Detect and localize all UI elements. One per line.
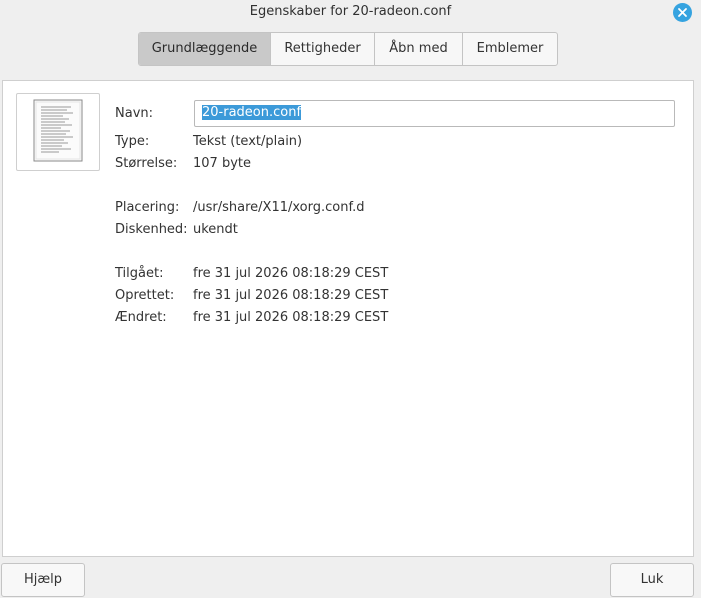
modified-value: fre 31 jul 2026 08:18:29 CEST (193, 310, 389, 325)
size-value: 107 byte (193, 156, 251, 171)
file-icon-button[interactable] (16, 93, 100, 171)
name-field[interactable]: 20-radeon.conf (194, 100, 675, 127)
created-row: Oprettet: fre 31 jul 2026 08:18:29 CEST (115, 288, 388, 303)
basic-tab-panel: Navn: 20-radeon.conf Type: Tekst (text/pl… (2, 80, 694, 557)
location-label: Placering: (115, 200, 180, 215)
modified-label: Ændret: (115, 310, 167, 325)
location-row: Placering: /usr/share/X11/xorg.conf.d (115, 200, 364, 215)
tab-basic[interactable]: Grundlæggende (139, 33, 271, 65)
name-label: Navn: (115, 106, 154, 121)
modified-row: Ændret: fre 31 jul 2026 08:18:29 CEST (115, 310, 388, 325)
accessed-row: Tilgået: fre 31 jul 2026 08:18:29 CEST (115, 266, 388, 281)
type-row: Type: Tekst (text/plain) (115, 134, 302, 149)
location-value: /usr/share/X11/xorg.conf.d (193, 200, 365, 215)
properties-dialog: Egenskaber for 20-radeon.conf Grundlægge… (0, 0, 701, 598)
help-button[interactable]: Hjælp (1, 563, 85, 597)
name-row: Navn: (115, 106, 193, 121)
volume-label: Diskenhed: (115, 222, 188, 237)
type-label: Type: (115, 134, 150, 149)
window-title: Egenskaber for 20-radeon.conf (249, 4, 452, 19)
name-field-value: 20-radeon.conf (202, 105, 302, 120)
close-icon (678, 8, 687, 17)
size-label: Størrelse: (115, 156, 178, 171)
close-window-button[interactable] (673, 3, 692, 22)
tab-permissions[interactable]: Rettigheder (271, 33, 375, 65)
accessed-label: Tilgået: (115, 266, 164, 281)
close-button[interactable]: Luk (610, 563, 694, 597)
volume-row: Diskenhed: ukendt (115, 222, 238, 237)
volume-value: ukendt (193, 222, 238, 237)
type-value: Tekst (text/plain) (193, 134, 303, 149)
tab-emblems[interactable]: Emblemer (463, 33, 557, 65)
tab-bar: Grundlæggende Rettigheder Åbn med Emblem… (138, 32, 558, 66)
title-bar: Egenskaber for 20-radeon.conf (0, 0, 701, 26)
created-label: Oprettet: (115, 288, 175, 303)
size-row: Størrelse: 107 byte (115, 156, 251, 171)
tab-open-with[interactable]: Åbn med (375, 33, 463, 65)
accessed-value: fre 31 jul 2026 08:18:29 CEST (193, 266, 389, 281)
text-document-icon (33, 99, 83, 162)
created-value: fre 31 jul 2026 08:18:29 CEST (193, 288, 389, 303)
